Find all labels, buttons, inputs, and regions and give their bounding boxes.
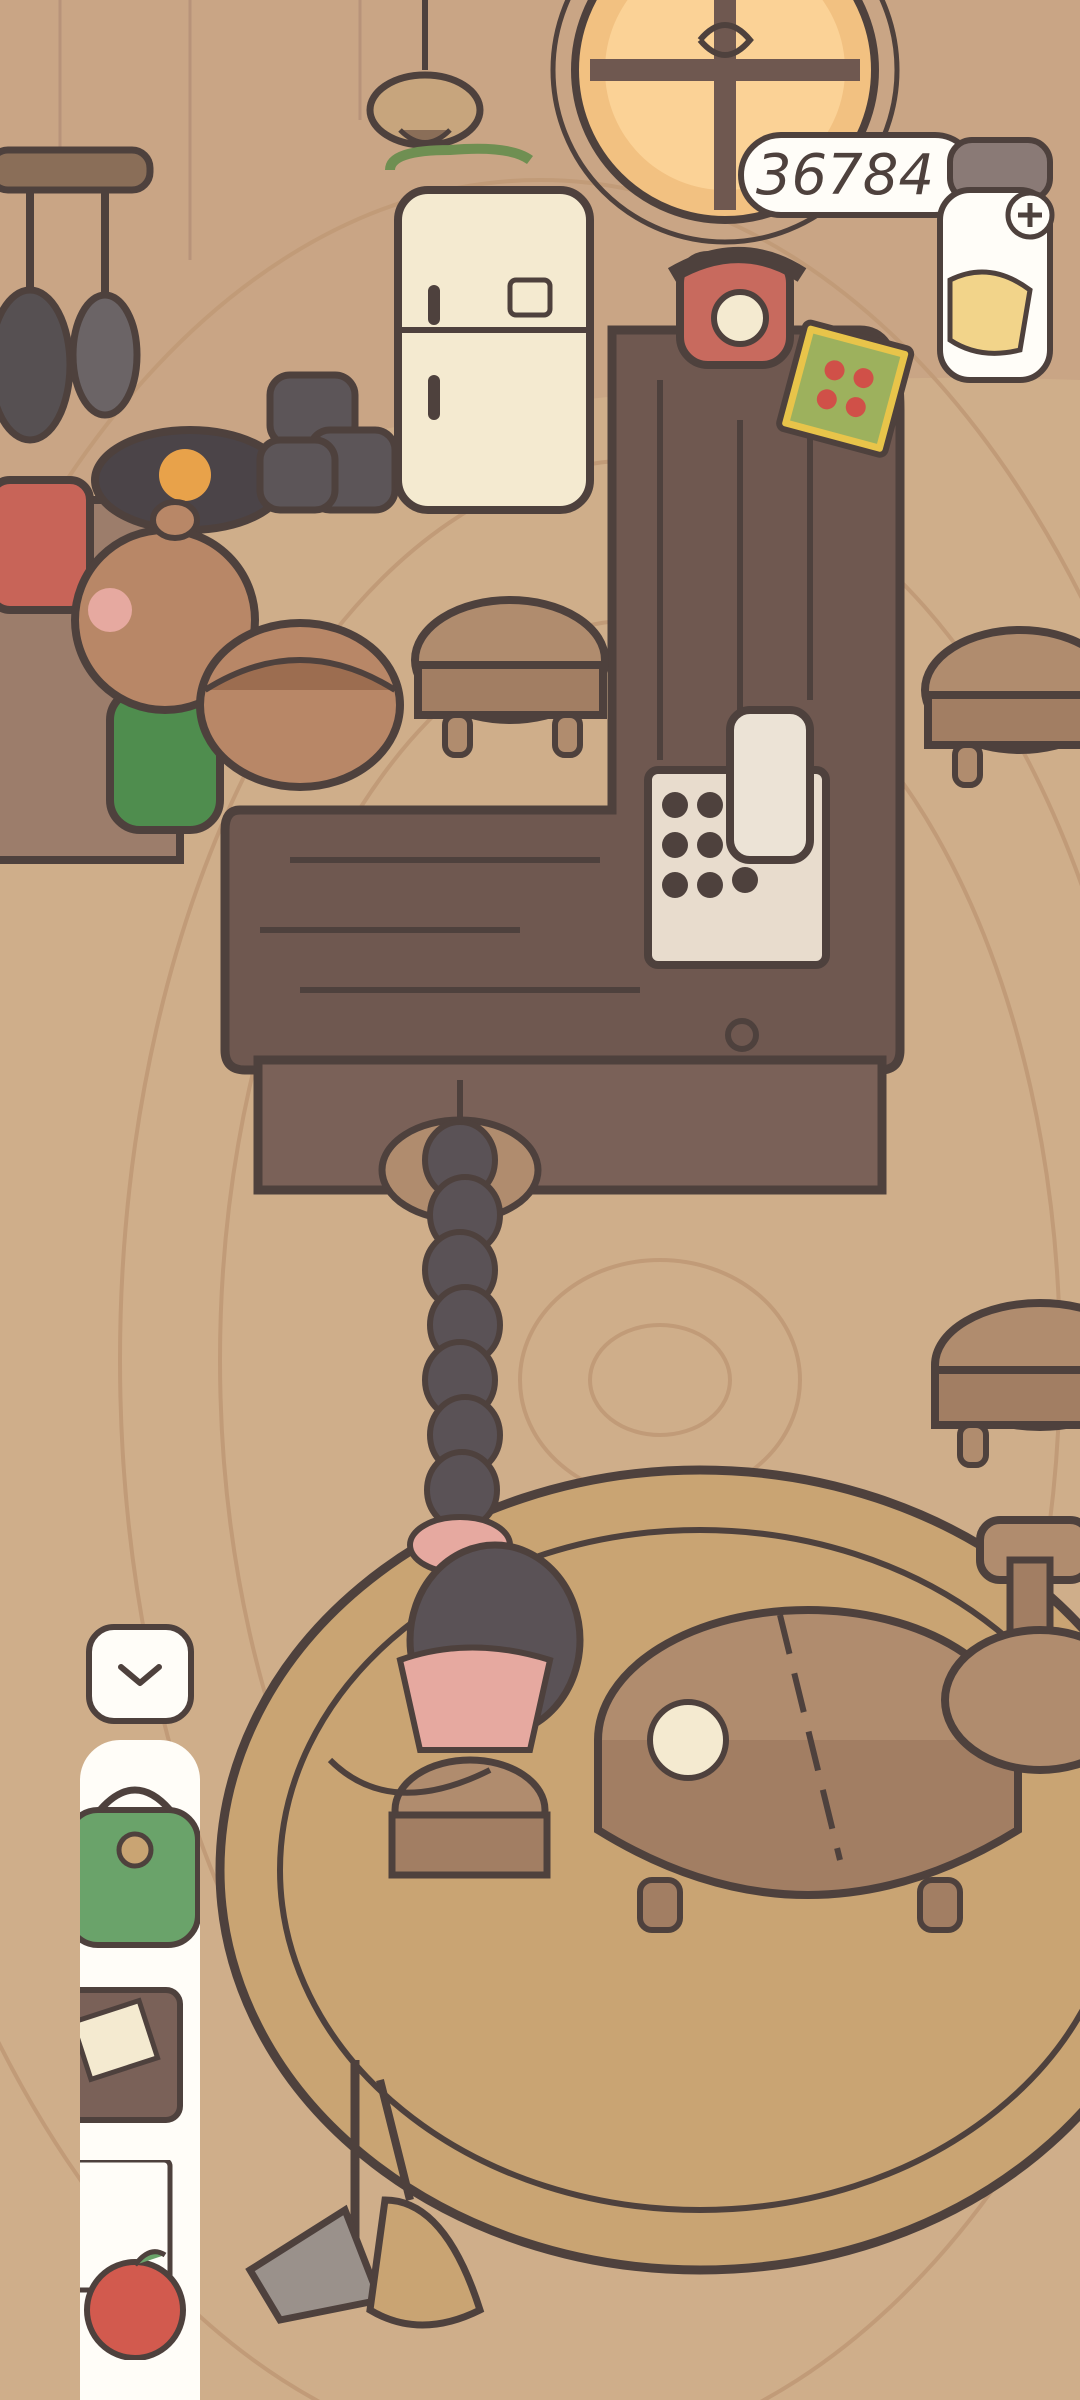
chevron-down-icon: [118, 1664, 162, 1686]
notebook-icon[interactable]: [80, 1970, 200, 2140]
coin-count: 36784: [755, 142, 935, 208]
telephone: [667, 247, 807, 369]
coin-jar-plus-icon[interactable]: [930, 110, 1070, 390]
side-menu: [80, 1740, 200, 2400]
backpack-icon[interactable]: [80, 1770, 200, 1950]
fridge: [385, 143, 594, 514]
apple-icon[interactable]: [80, 2160, 200, 2360]
collapse-button[interactable]: [86, 1624, 194, 1724]
game-screen: 36784: [0, 0, 1080, 2400]
menu-card: [776, 319, 915, 458]
round-table: [594, 1606, 1022, 1933]
